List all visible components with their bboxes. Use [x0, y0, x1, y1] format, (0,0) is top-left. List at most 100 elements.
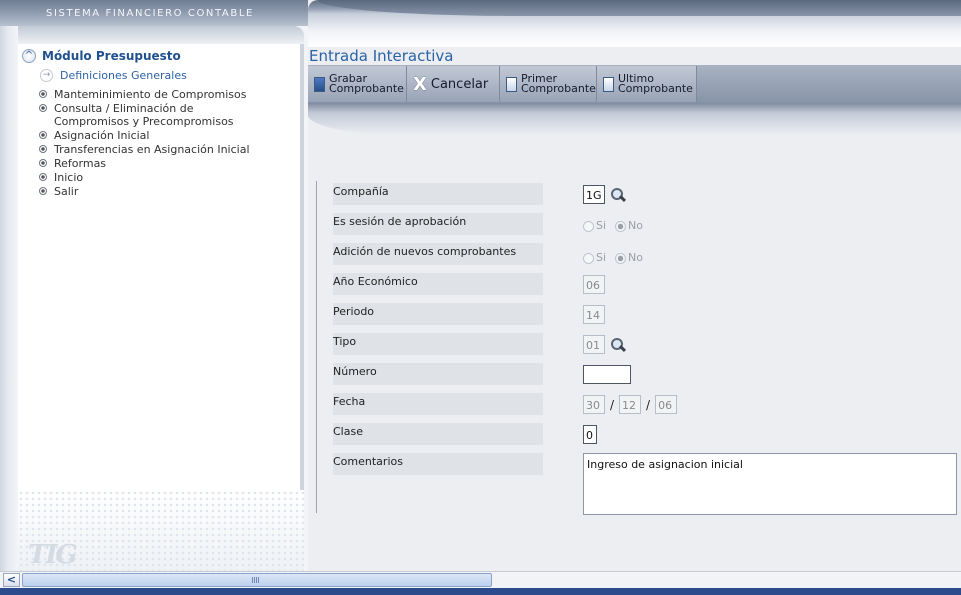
- date-field: 30 / 12 / 06: [583, 395, 678, 414]
- comments-textarea[interactable]: Ingreso de asignacion inicial: [583, 453, 957, 515]
- field-label: Es sesión de aprobación: [333, 213, 543, 235]
- first-voucher-label: Primer Comprobante: [521, 72, 596, 95]
- bullet-icon: [39, 104, 47, 112]
- form-row-type: Tipo 01: [333, 333, 958, 357]
- period-input[interactable]: 14: [583, 305, 605, 324]
- radio-icon[interactable]: [583, 220, 594, 232]
- sidebar-item-transferencias[interactable]: Transferencias en Asignación Inicial: [39, 143, 259, 156]
- form-row-date: Fecha 30 / 12 / 06: [333, 393, 958, 417]
- bullet-icon: [39, 187, 47, 195]
- field-label: Tipo: [333, 333, 543, 355]
- form-row-new-vouchers: Adición de nuevos comprobantes Si No: [333, 243, 958, 267]
- sidebar-item-consulta[interactable]: Consulta / Eliminación de Compromisos y …: [39, 102, 259, 128]
- period-field: 14: [583, 305, 605, 324]
- form-row-approval: Es sesión de aprobación Si No: [333, 213, 958, 237]
- scroll-left-icon[interactable]: <: [3, 573, 20, 587]
- company-input[interactable]: 1G: [583, 185, 605, 204]
- scrollbar-thumb[interactable]: [22, 573, 492, 587]
- save-voucher-label: Grabar Comprobante: [329, 72, 404, 95]
- radio-checked-icon[interactable]: [615, 220, 627, 232]
- radio-checked-icon[interactable]: [615, 252, 627, 264]
- bullet-icon: [39, 145, 47, 153]
- sidebar-item-reformas[interactable]: Reformas: [39, 157, 259, 170]
- sidebar-item-definiciones[interactable]: → Definiciones Generales: [40, 69, 187, 82]
- number-input[interactable]: [583, 365, 631, 384]
- radio-label: No: [628, 251, 644, 264]
- radio-no[interactable]: No: [615, 219, 647, 232]
- radio-label: No: [628, 219, 644, 232]
- radio-si[interactable]: Si: [583, 219, 610, 232]
- document-icon: [506, 76, 517, 92]
- form-row-company: Compañía 1G: [333, 183, 958, 207]
- module-header[interactable]: ^ Módulo Presupuesto: [22, 49, 181, 63]
- date-separator: /: [646, 397, 651, 412]
- form-row-number: Número: [333, 363, 958, 387]
- sidebar-item-label: Reformas: [54, 157, 107, 170]
- sidebar-panel: SISTEMA FINANCIERO CONTABLE TIG ^ Módulo…: [0, 0, 308, 571]
- date-day-input[interactable]: 30: [583, 395, 605, 414]
- sidebar-header-decoration: [18, 26, 304, 44]
- bullet-icon: [39, 173, 47, 181]
- sidebar-item-asignacion[interactable]: Asignación Inicial: [39, 129, 259, 142]
- radio-si[interactable]: Si: [583, 251, 610, 264]
- company-logo: TIG: [28, 540, 78, 570]
- new-vouchers-radio-group: Si No: [583, 251, 647, 264]
- form-row-class: Clase 0: [333, 423, 958, 447]
- form-divider: [316, 181, 317, 513]
- bullet-icon: [39, 159, 47, 167]
- sidebar-item-label: Salir: [54, 185, 79, 198]
- sidebar-item-label: Asignación Inicial: [54, 129, 150, 142]
- search-icon[interactable]: [610, 187, 626, 203]
- sidebar-item-mantenimiento[interactable]: Manteminimiento de Compromisos: [39, 88, 259, 101]
- bullet-icon: [39, 90, 47, 98]
- grip-icon: [252, 577, 260, 583]
- document-last-icon: [603, 76, 614, 92]
- sidebar-item-label: Inicio: [54, 171, 84, 184]
- sidebar-item-label: Definiciones Generales: [60, 69, 187, 82]
- cancel-button[interactable]: X Cancelar: [407, 66, 500, 102]
- window-bottom-border: [0, 588, 961, 595]
- form-row-fiscal-year: Año Económico 06: [333, 273, 958, 297]
- bullet-icon: [39, 131, 47, 139]
- class-input[interactable]: 0: [583, 425, 597, 444]
- field-label: Año Económico: [333, 273, 543, 295]
- sidebar-item-label: Consulta / Eliminación de Compromisos y …: [54, 102, 234, 128]
- field-label: Número: [333, 363, 543, 385]
- radio-label: Si: [596, 219, 607, 232]
- toolbar: Grabar Comprobante X Cancelar Primer Com…: [308, 65, 961, 103]
- class-field: 0: [583, 425, 597, 444]
- field-label: Periodo: [333, 303, 543, 325]
- form-row-period: Periodo 14: [333, 303, 958, 327]
- app-title: SISTEMA FINANCIERO CONTABLE: [46, 8, 254, 19]
- last-voucher-button[interactable]: Ultimo Comprobante: [597, 66, 697, 102]
- field-label: Comentarios: [333, 453, 543, 475]
- radio-no[interactable]: No: [615, 251, 647, 264]
- date-separator: /: [610, 397, 615, 412]
- sidebar-item-label: Transferencias en Asignación Inicial: [54, 143, 250, 156]
- search-icon[interactable]: [610, 337, 626, 353]
- collapse-up-icon[interactable]: ^: [22, 49, 36, 63]
- field-label: Fecha: [333, 393, 543, 415]
- first-voucher-button[interactable]: Primer Comprobante: [500, 66, 597, 102]
- arrow-right-icon: →: [40, 69, 53, 82]
- save-voucher-button[interactable]: Grabar Comprobante: [308, 66, 407, 102]
- sidebar-menu: Manteminimiento de Compromisos Consulta …: [39, 88, 259, 199]
- number-field: [583, 365, 631, 384]
- radio-icon[interactable]: [583, 252, 594, 264]
- date-month-input[interactable]: 12: [619, 395, 642, 414]
- app-banner: SISTEMA FINANCIERO CONTABLE: [0, 0, 308, 26]
- close-icon: X: [413, 73, 427, 95]
- date-year-input[interactable]: 06: [655, 395, 678, 414]
- radio-label: Si: [596, 251, 607, 264]
- module-title: Módulo Presupuesto: [42, 49, 181, 63]
- field-label: Compañía: [333, 183, 543, 205]
- save-icon: [314, 76, 325, 92]
- field-label: Adición de nuevos comprobantes: [333, 243, 543, 265]
- page-title: Entrada Interactiva: [309, 47, 454, 65]
- fiscal-year-input[interactable]: 06: [583, 275, 605, 294]
- type-input[interactable]: 01: [583, 335, 605, 354]
- company-field: 1G: [583, 185, 626, 204]
- horizontal-scrollbar[interactable]: <: [0, 571, 961, 588]
- sidebar-item-inicio[interactable]: Inicio: [39, 171, 259, 184]
- sidebar-item-salir[interactable]: Salir: [39, 185, 259, 198]
